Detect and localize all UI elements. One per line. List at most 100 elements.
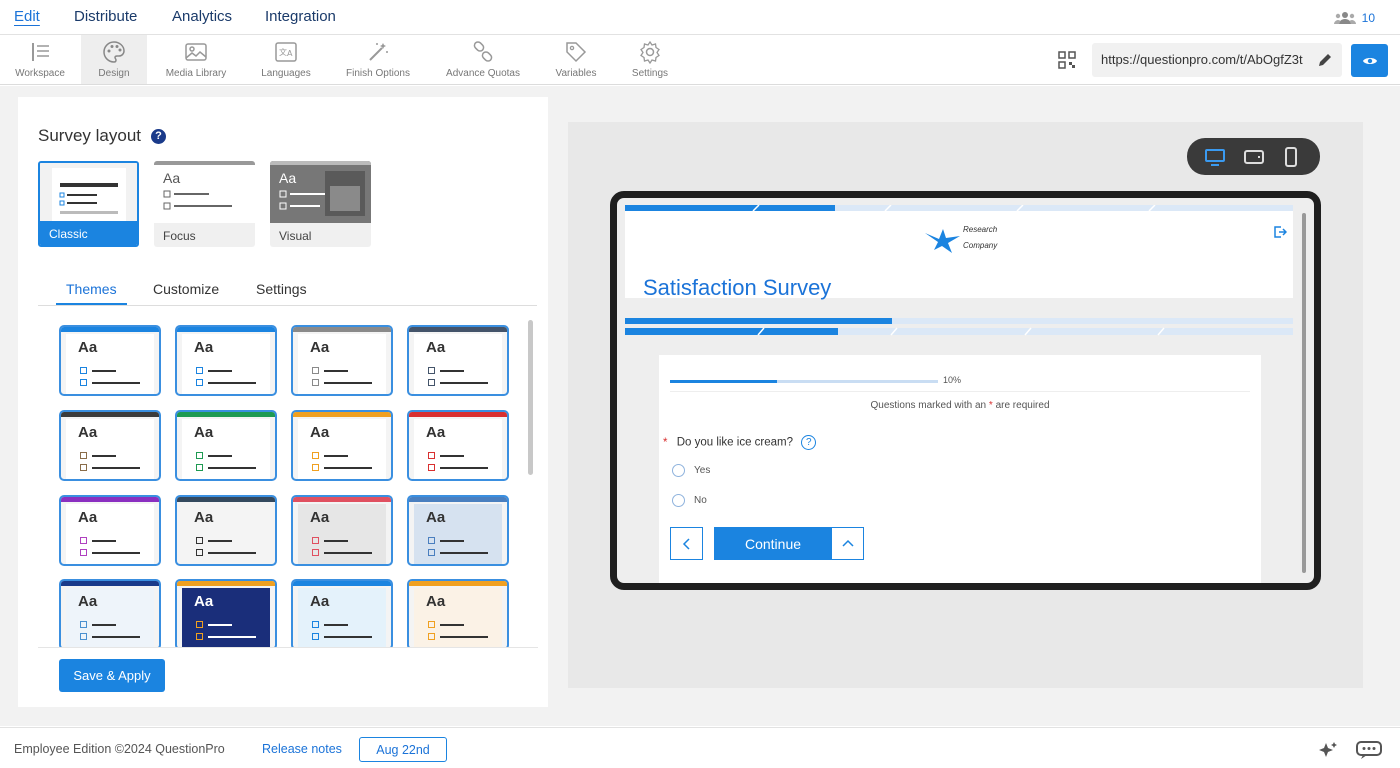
theme-line-sample [324, 467, 372, 469]
layout-classic-thumbnail [40, 163, 137, 225]
subtab-settings[interactable]: Settings [256, 281, 307, 297]
theme-option-9[interactable]: Aa [59, 495, 161, 566]
theme-option-10[interactable]: Aa [175, 495, 277, 566]
theme-line-sample [440, 624, 464, 626]
mobile-icon[interactable] [1283, 147, 1299, 167]
theme-option-2[interactable]: Aa [175, 325, 277, 396]
release-date-badge[interactable]: Aug 22nd [359, 737, 447, 762]
toolbar-media-library[interactable]: Media Library [160, 35, 232, 84]
layout-visual[interactable]: Aa Visual [270, 161, 371, 247]
toolbar-advance-quotas[interactable]: Advance Quotas [440, 35, 526, 84]
theme-option-3[interactable]: Aa [291, 325, 393, 396]
theme-line-sample [92, 636, 140, 638]
theme-option-7[interactable]: Aa [291, 410, 393, 481]
theme-option-16[interactable]: Aa [407, 579, 509, 647]
toolbar-settings[interactable]: Settings [626, 35, 674, 84]
theme-option-15[interactable]: Aa [291, 579, 393, 647]
theme-checkbox-sample [312, 549, 319, 556]
theme-sample-text: Aa [426, 339, 446, 356]
layout-classic[interactable]: Classic [38, 161, 139, 247]
theme-sample-text: Aa [78, 593, 98, 610]
theme-checkbox-sample [312, 537, 319, 544]
image-icon [185, 43, 207, 61]
theme-sample-text: Aa [426, 424, 446, 441]
toolbar-workspace[interactable]: Workspace [10, 35, 70, 84]
release-notes-link[interactable]: Release notes [262, 742, 342, 756]
theme-checkbox-sample [80, 633, 87, 640]
company-logo: Research Company [923, 221, 1013, 257]
theme-line-sample [440, 552, 488, 554]
theme-checkbox-sample [196, 452, 203, 459]
theme-line-sample [324, 540, 348, 542]
link-icon [473, 41, 493, 62]
toolbar-languages[interactable]: 文A Languages [256, 35, 316, 84]
theme-accent-strip [177, 497, 275, 502]
save-apply-button[interactable]: Save & Apply [59, 659, 165, 692]
scroll-up-button[interactable] [831, 527, 864, 560]
theme-accent-strip [293, 327, 391, 332]
theme-option-14[interactable]: Aa [175, 579, 277, 647]
theme-checkbox-sample [312, 633, 319, 640]
required-marker: * [663, 436, 668, 449]
theme-sample-text: Aa [194, 509, 214, 526]
chat-icon[interactable] [1355, 740, 1383, 760]
option-no-label: No [694, 495, 707, 506]
back-button[interactable] [670, 527, 703, 560]
tab-distribute[interactable]: Distribute [74, 8, 137, 25]
toolbar-variables[interactable]: Variables [550, 35, 602, 84]
theme-option-1[interactable]: Aa [59, 325, 161, 396]
question-help-icon[interactable]: ? [801, 435, 817, 450]
tab-analytics[interactable]: Analytics [172, 8, 232, 25]
option-yes-radio[interactable] [672, 464, 685, 477]
toolbar-design[interactable]: Design [81, 35, 147, 84]
theme-accent-strip [61, 497, 159, 502]
tab-edit[interactable]: Edit [14, 8, 40, 25]
theme-option-12[interactable]: Aa [407, 495, 509, 566]
exit-icon[interactable] [1273, 225, 1287, 239]
theme-line-sample [92, 455, 116, 457]
pencil-icon[interactable] [1316, 51, 1334, 69]
user-count[interactable]: 10 [1333, 11, 1375, 25]
svg-text:Aa: Aa [163, 170, 180, 186]
theme-grid-scrollbar[interactable] [528, 320, 533, 475]
theme-checkbox-sample [196, 549, 203, 556]
continue-button[interactable]: Continue [714, 527, 832, 560]
theme-checkbox-sample [428, 464, 435, 471]
theme-checkbox-sample [312, 367, 319, 374]
magic-wand-icon [369, 43, 388, 61]
sparkle-icon[interactable] [1318, 741, 1338, 759]
theme-option-11[interactable]: Aa [291, 495, 393, 566]
toolbar-workspace-label: Workspace [15, 68, 65, 79]
theme-option-8[interactable]: Aa [407, 410, 509, 481]
theme-line-sample [324, 370, 348, 372]
survey-url-field[interactable]: https://questionpro.com/t/AbOgfZ3t [1092, 43, 1342, 77]
header-stripe [625, 205, 1293, 211]
toolbar-media-library-label: Media Library [165, 68, 227, 79]
qr-code-icon[interactable] [1058, 51, 1076, 69]
theme-line-sample [92, 540, 116, 542]
desktop-icon[interactable] [1205, 147, 1225, 167]
toolbar-design-label: Design [98, 68, 130, 79]
preview-scrollbar[interactable] [1302, 213, 1306, 573]
theme-option-4[interactable]: Aa [407, 325, 509, 396]
theme-option-5[interactable]: Aa [59, 410, 161, 481]
subtab-customize[interactable]: Customize [153, 281, 219, 297]
subtab-themes[interactable]: Themes [56, 281, 127, 305]
edition-text: Employee Edition ©2024 QuestionPro [14, 742, 225, 756]
required-note-star: * [988, 400, 993, 411]
toolbar-finish-options[interactable]: Finish Options [340, 35, 416, 84]
help-icon[interactable]: ? [151, 128, 166, 144]
option-no-radio[interactable] [672, 494, 685, 507]
layout-focus[interactable]: Aa Focus [154, 161, 255, 247]
tablet-icon[interactable] [1243, 147, 1265, 167]
option-yes[interactable]: Yes [672, 464, 710, 477]
theme-option-13[interactable]: Aa [59, 579, 161, 647]
theme-sample-text: Aa [194, 593, 214, 610]
preview-button[interactable] [1351, 44, 1388, 77]
theme-option-6[interactable]: Aa [175, 410, 277, 481]
option-no[interactable]: No [672, 494, 707, 507]
question-label: * Do you like ice cream? ? [663, 435, 817, 450]
theme-accent-strip [61, 412, 159, 417]
workspace-icon [32, 43, 49, 61]
tab-integration[interactable]: Integration [265, 8, 336, 25]
